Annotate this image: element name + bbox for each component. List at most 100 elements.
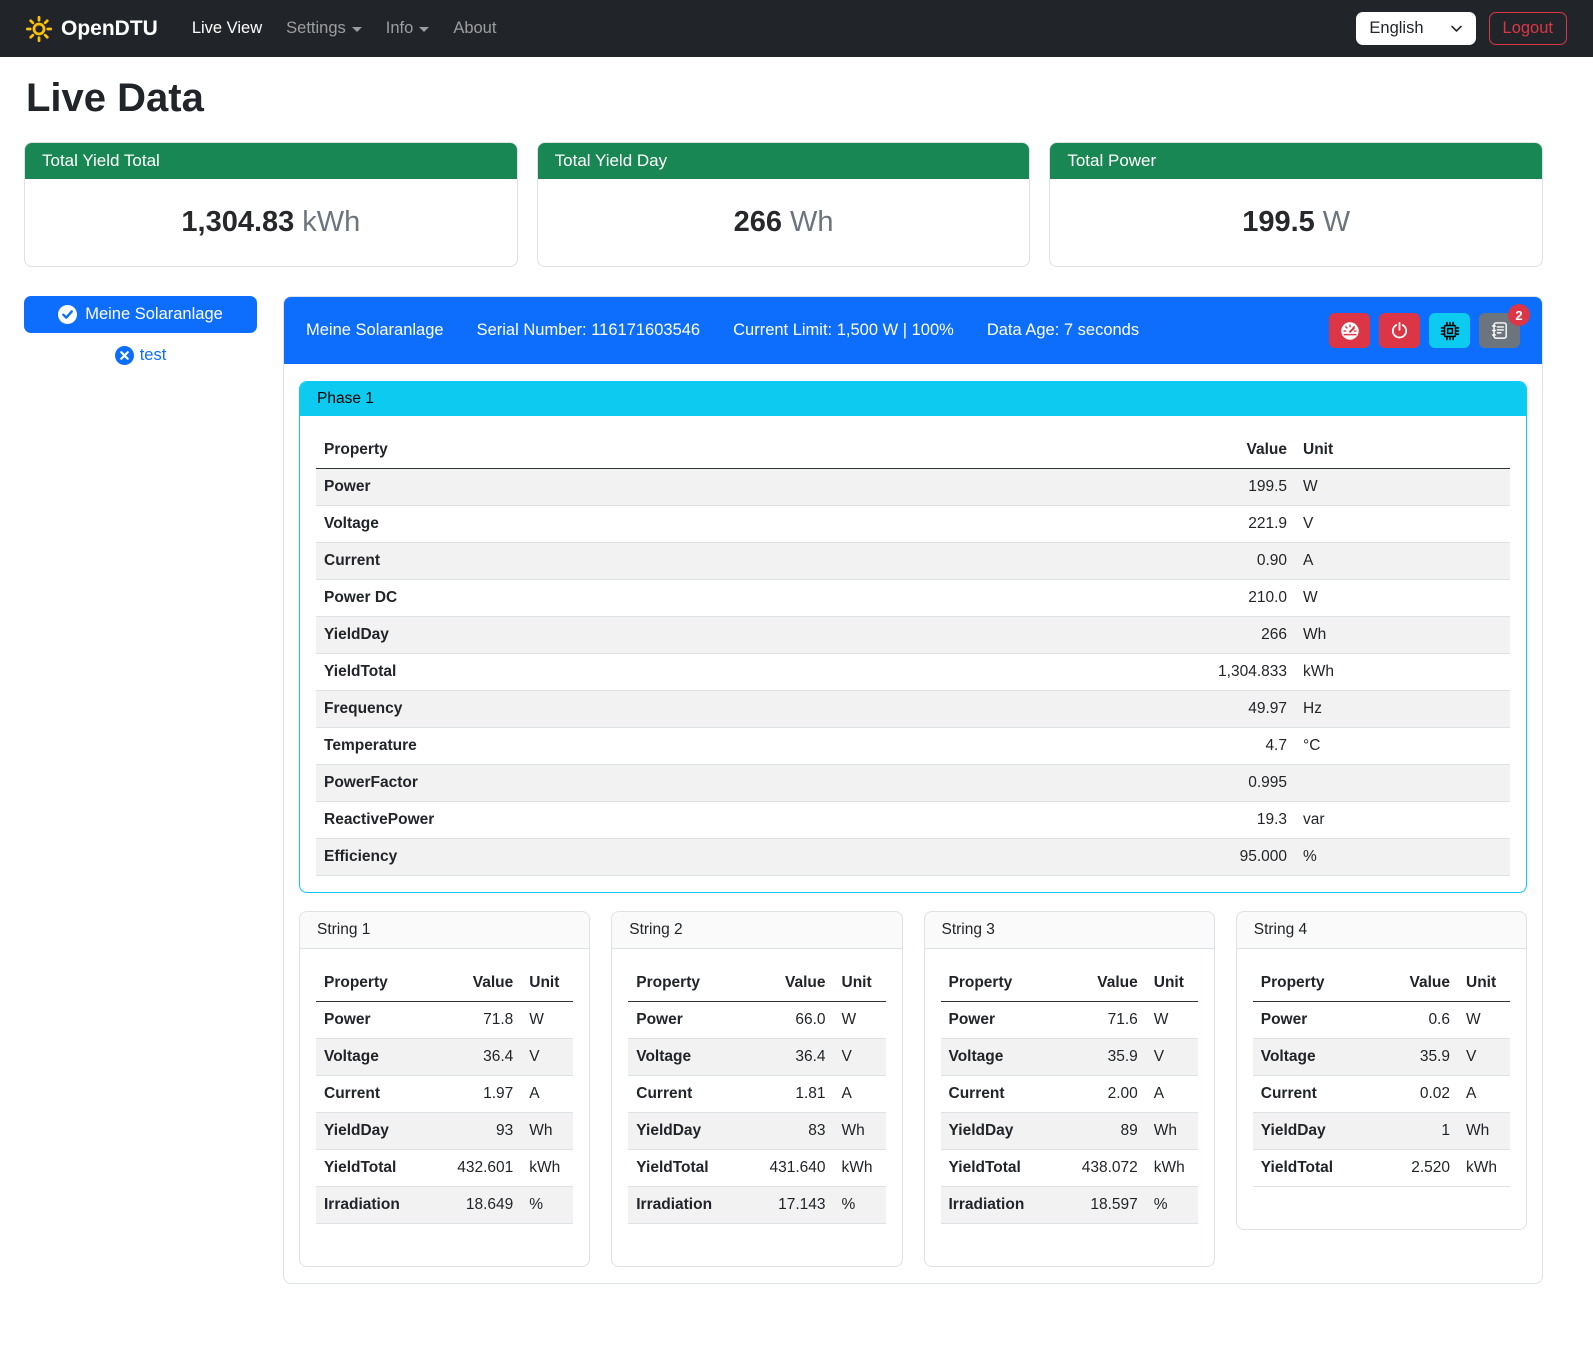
row-value: 89 xyxy=(1056,1113,1146,1150)
phase-table: Property Value Unit Power199.5WVoltage22… xyxy=(316,432,1510,876)
row-property: YieldTotal xyxy=(628,1150,743,1187)
row-value: 1.97 xyxy=(431,1076,521,1113)
language-select[interactable]: English xyxy=(1356,12,1475,45)
row-unit: kWh xyxy=(1458,1150,1510,1187)
row-value: 2.520 xyxy=(1378,1150,1458,1187)
row-unit: V xyxy=(521,1039,573,1076)
row-property: Irradiation xyxy=(628,1187,743,1224)
string-card-2: String 2PropertyValueUnitPower66.0WVolta… xyxy=(611,911,902,1267)
row-value: 35.9 xyxy=(1056,1039,1146,1076)
table-row: Current1.97A xyxy=(316,1076,573,1113)
x-circle-icon xyxy=(115,346,134,365)
table-row: YieldTotal431.640kWh xyxy=(628,1150,885,1187)
column-header-property: Property xyxy=(316,965,431,1002)
row-unit: V xyxy=(834,1039,886,1076)
row-unit: A xyxy=(834,1076,886,1113)
page-title: Live Data xyxy=(26,76,1543,121)
brand[interactable]: OpenDTU xyxy=(26,16,158,42)
row-property: Current xyxy=(941,1076,1056,1113)
row-unit: Wh xyxy=(1295,617,1510,654)
table-row: YieldTotal2.520kWh xyxy=(1253,1150,1510,1187)
row-property: Irradiation xyxy=(941,1187,1056,1224)
row-unit: Wh xyxy=(834,1113,886,1150)
table-row: ReactivePower19.3var xyxy=(316,802,1510,839)
table-row: Current0.02A xyxy=(1253,1076,1510,1113)
sun-icon xyxy=(26,16,52,42)
row-unit: V xyxy=(1458,1039,1510,1076)
row-unit: A xyxy=(1146,1076,1198,1113)
nav-item-live-view[interactable]: Live View xyxy=(180,10,274,47)
row-unit: kWh xyxy=(1146,1150,1198,1187)
row-unit: Wh xyxy=(521,1113,573,1150)
nav-item-info[interactable]: Info xyxy=(374,10,442,47)
row-value: 49.97 xyxy=(901,691,1295,728)
nav-item-settings[interactable]: Settings xyxy=(274,10,374,47)
row-value: 18.597 xyxy=(1056,1187,1146,1224)
row-property: Efficiency xyxy=(316,839,901,876)
sidebar-item-meine-solaranlage[interactable]: Meine Solaranlage xyxy=(24,296,257,333)
row-value: 83 xyxy=(743,1113,833,1150)
table-row: Voltage221.9V xyxy=(316,506,1510,543)
string-card-4: String 4PropertyValueUnitPower0.6WVoltag… xyxy=(1236,911,1527,1230)
column-header-property: Property xyxy=(316,432,901,469)
table-row: Irradiation18.597% xyxy=(941,1187,1198,1224)
card-value: 266 xyxy=(734,206,782,238)
inverter-toolbar: 2 xyxy=(1329,313,1520,348)
check-circle-icon xyxy=(58,305,77,324)
row-value: 71.8 xyxy=(431,1002,521,1039)
row-value: 95.000 xyxy=(901,839,1295,876)
power-icon xyxy=(1390,321,1409,340)
row-unit: W xyxy=(1458,1002,1510,1039)
table-row: YieldDay89Wh xyxy=(941,1113,1198,1150)
row-value: 221.9 xyxy=(901,506,1295,543)
row-property: ReactivePower xyxy=(316,802,901,839)
sidebar-item-label: test xyxy=(140,346,167,365)
card-unit: Wh xyxy=(790,206,834,238)
device-info-button[interactable] xyxy=(1429,313,1470,348)
row-unit: V xyxy=(1146,1039,1198,1076)
row-value: 210.0 xyxy=(901,580,1295,617)
event-count-badge: 2 xyxy=(1508,304,1530,326)
row-property: Voltage xyxy=(316,1039,431,1076)
table-row: Voltage35.9V xyxy=(941,1039,1198,1076)
row-property: Power xyxy=(316,1002,431,1039)
row-unit: % xyxy=(1146,1187,1198,1224)
total-yield-total-card: Total Yield Total 1,304.83kWh xyxy=(24,142,518,267)
event-log-button[interactable]: 2 xyxy=(1479,313,1520,348)
nav-item-about[interactable]: About xyxy=(441,10,508,47)
table-row: Current1.81A xyxy=(628,1076,885,1113)
string-card-title: String 3 xyxy=(925,912,1214,949)
row-unit: W xyxy=(521,1002,573,1039)
total-power-card: Total Power 199.5W xyxy=(1049,142,1543,267)
row-unit: % xyxy=(834,1187,886,1224)
card-unit: kWh xyxy=(302,206,360,238)
row-value: 1 xyxy=(1378,1113,1458,1150)
inverter-sidebar: Meine Solaranlage test xyxy=(24,296,257,365)
row-unit: A xyxy=(521,1076,573,1113)
power-button[interactable] xyxy=(1379,313,1420,348)
card-value: 199.5 xyxy=(1242,206,1315,238)
column-header-unit: Unit xyxy=(521,965,573,1002)
row-value: 0.6 xyxy=(1378,1002,1458,1039)
column-header-value: Value xyxy=(1056,965,1146,1002)
cpu-icon xyxy=(1440,321,1460,341)
phase-title: Phase 1 xyxy=(300,382,1526,416)
row-property: PowerFactor xyxy=(316,765,901,802)
row-property: Voltage xyxy=(941,1039,1056,1076)
string-table: PropertyValueUnitPower0.6WVoltage35.9VCu… xyxy=(1253,965,1510,1187)
inverter-header: Meine Solaranlage Serial Number: 1161716… xyxy=(284,297,1542,364)
row-property: Temperature xyxy=(316,728,901,765)
row-value: 199.5 xyxy=(901,469,1295,506)
column-header-unit: Unit xyxy=(834,965,886,1002)
row-value: 36.4 xyxy=(431,1039,521,1076)
column-header-property: Property xyxy=(628,965,743,1002)
column-header-property: Property xyxy=(1253,965,1378,1002)
limit-settings-button[interactable] xyxy=(1329,313,1370,348)
table-row: Efficiency95.000% xyxy=(316,839,1510,876)
logout-button[interactable]: Logout xyxy=(1489,12,1567,45)
sidebar-item-test[interactable]: test xyxy=(24,346,257,365)
inverter-serial: Serial Number: 116171603546 xyxy=(477,321,701,340)
card-unit: W xyxy=(1323,206,1350,238)
row-value: 4.7 xyxy=(901,728,1295,765)
column-header-property: Property xyxy=(941,965,1056,1002)
